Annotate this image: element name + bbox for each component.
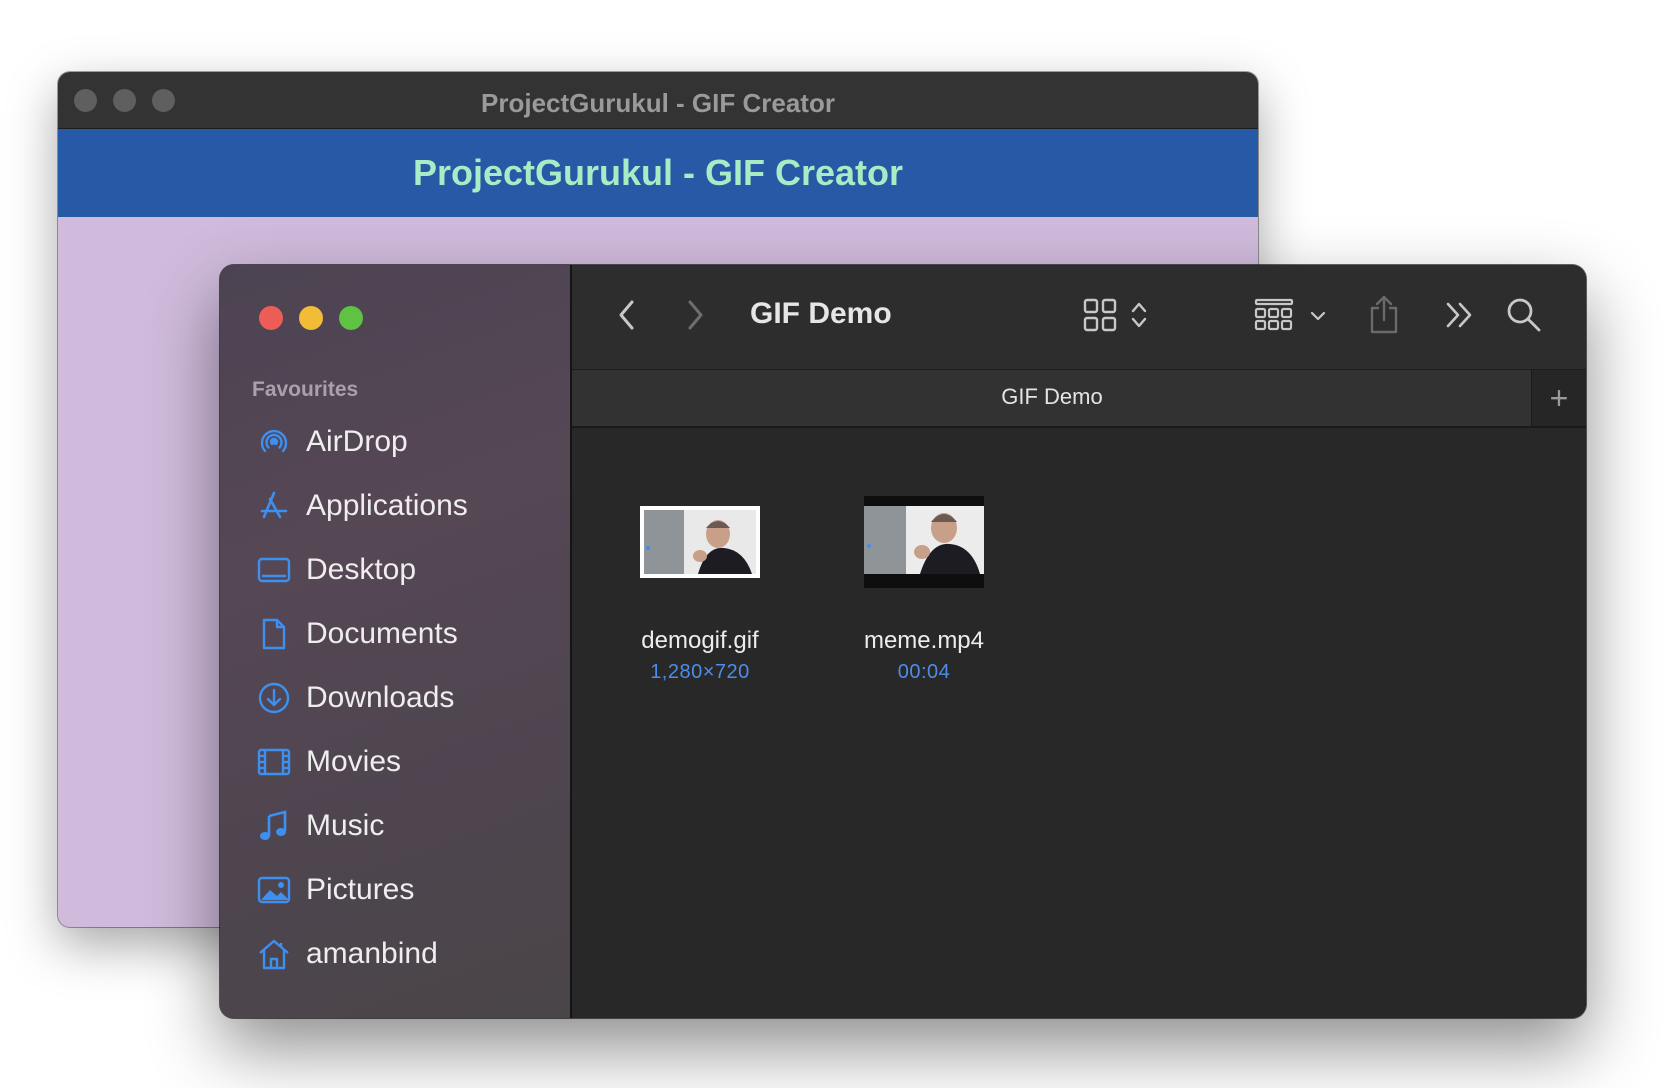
sidebar-item-desktop[interactable]: Desktop: [220, 538, 570, 602]
folder-title: GIF Demo: [750, 297, 892, 330]
file-thumbnail: [610, 483, 790, 601]
sidebar-item-downloads[interactable]: Downloads: [220, 666, 570, 730]
group-grid-icon: [1254, 298, 1326, 331]
file-grid: demogif.gif 1,280×720 meme.mp4 00:04: [572, 427, 1586, 1018]
sidebar-item-pictures[interactable]: Pictures: [220, 858, 570, 922]
search-icon: [1507, 298, 1541, 332]
sidebar-item-home[interactable]: amanbind: [220, 922, 570, 986]
close-button[interactable]: [259, 306, 283, 330]
sidebar-item-label: amanbind: [306, 937, 438, 970]
file-item-demogif[interactable]: demogif.gif 1,280×720: [610, 483, 790, 684]
video-thumbnail-icon: [864, 496, 984, 588]
back-button[interactable]: [612, 295, 642, 335]
gif-window-titlebar[interactable]: ProjectGurukul - GIF Creator: [58, 72, 1258, 129]
file-item-meme[interactable]: meme.mp4 00:04: [834, 483, 1014, 684]
file-duration: 00:04: [897, 661, 951, 683]
sidebar-list: AirDrop Applications Desktop Documents D…: [220, 410, 570, 986]
film-icon: [256, 744, 292, 780]
sidebar-item-label: AirDrop: [306, 425, 408, 458]
gif-header-banner: ProjectGurukul - GIF Creator: [58, 129, 1258, 217]
airdrop-icon: [256, 424, 292, 460]
search-button[interactable]: [1502, 293, 1546, 337]
finder-window-controls: [259, 306, 363, 330]
new-tab-button[interactable]: +: [1531, 370, 1586, 426]
sidebar-item-label: Movies: [306, 745, 402, 778]
gif-thumbnail-icon: [640, 506, 760, 578]
home-icon: [256, 936, 292, 972]
icon-grid-icon: [1083, 298, 1147, 332]
sidebar-item-label: Documents: [306, 617, 458, 650]
finder-sidebar: Favourites AirDrop Applications Desktop …: [220, 265, 572, 1018]
applications-icon: [256, 488, 292, 524]
chevron-right-icon: [688, 300, 703, 330]
finder-toolbar: GIF Demo: [572, 265, 1586, 369]
desktop-icon: [256, 552, 292, 588]
sidebar-item-movies[interactable]: Movies: [220, 730, 570, 794]
group-by-button[interactable]: [1252, 293, 1332, 337]
tab-gif-demo[interactable]: GIF Demo: [572, 384, 1532, 410]
sidebar-item-label: Pictures: [306, 873, 415, 906]
file-name: demogif.gif: [641, 627, 759, 654]
file-name: meme.mp4: [863, 627, 985, 654]
more-toolbar-button[interactable]: [1440, 295, 1480, 335]
forward-button[interactable]: [680, 295, 710, 335]
sidebar-item-label: Desktop: [306, 553, 417, 586]
downloads-icon: [256, 680, 292, 716]
finder-content: GIF Demo GIF Demo + demogif.gif 1,280×72…: [572, 265, 1586, 1018]
sidebar-item-label: Applications: [306, 489, 468, 522]
file-thumbnail: [834, 483, 1014, 601]
gif-window-title: ProjectGurukul - GIF Creator: [481, 88, 835, 118]
document-icon: [256, 616, 292, 652]
sidebar-item-music[interactable]: Music: [220, 794, 570, 858]
sidebar-item-documents[interactable]: Documents: [220, 602, 570, 666]
favourites-heading: Favourites: [252, 378, 359, 401]
minimize-button[interactable]: [299, 306, 323, 330]
sidebar-item-applications[interactable]: Applications: [220, 474, 570, 538]
finder-window: Favourites AirDrop Applications Desktop …: [220, 265, 1586, 1018]
music-note-icon: [256, 808, 292, 844]
share-button[interactable]: [1364, 291, 1404, 339]
sidebar-item-airdrop[interactable]: AirDrop: [220, 410, 570, 474]
pictures-icon: [256, 872, 292, 908]
chevron-left-icon: [619, 300, 634, 330]
sidebar-item-label: Music: [306, 809, 385, 842]
gif-banner-title: ProjectGurukul - GIF Creator: [412, 152, 904, 193]
sidebar-item-label: Downloads: [306, 681, 455, 714]
zoom-button[interactable]: [339, 306, 363, 330]
tab-bar: GIF Demo +: [572, 369, 1586, 428]
file-dimensions: 1,280×720: [650, 661, 750, 683]
share-icon: [1370, 295, 1398, 334]
view-mode-button[interactable]: [1082, 293, 1154, 337]
double-chevron-right-icon: [1446, 302, 1472, 328]
